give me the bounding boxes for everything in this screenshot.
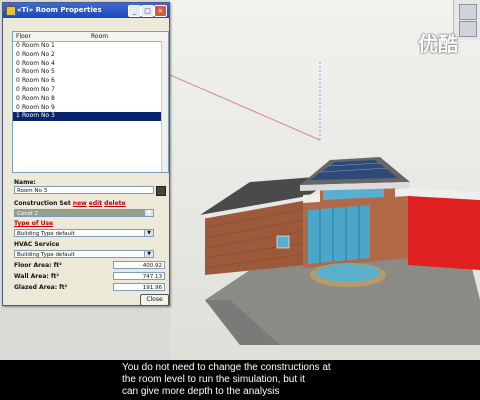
room-floor: 0 xyxy=(16,77,20,85)
type-of-use-value: Building Type default xyxy=(17,231,75,237)
type-of-use-link[interactable]: Type of Use xyxy=(14,220,53,227)
list-item[interactable]: 0 Room No 9 xyxy=(13,104,168,113)
list-item[interactable]: 0 Room No 7 xyxy=(13,86,168,95)
room-properties-dialog: «Ti» Room Properties _ □ × Floor Room 0R… xyxy=(2,2,170,306)
room-floor: 0 xyxy=(16,85,20,93)
watermark-logo: 优酷 xyxy=(418,32,458,56)
room-name: Room No 6 xyxy=(22,77,55,85)
room-list[interactable]: Floor Room 0 Room No 1 0 Room No 2 0 Room No … xyxy=(12,31,169,173)
list-item[interactable]: 0 Room No 6 xyxy=(13,77,168,86)
glazed-area-label: Glazed Area: ft² xyxy=(14,284,68,291)
room-name: Room No 1 xyxy=(22,42,55,49)
minimize-button[interactable]: _ xyxy=(128,5,141,17)
chevron-down-icon[interactable]: ▼ xyxy=(144,230,153,236)
room-name: Room No 4 xyxy=(22,59,55,67)
room-name: Room No 7 xyxy=(22,85,55,93)
room-name: Room No 3 xyxy=(22,112,55,120)
caption-line-2: the room level to run the simulation, bu… xyxy=(122,374,305,385)
type-of-use-label: Type of Use xyxy=(14,220,53,227)
select-tool-icon[interactable] xyxy=(459,4,477,20)
room-floor: 0 xyxy=(16,50,20,58)
floor-area-value: 400.92 xyxy=(113,261,165,269)
edit-link[interactable]: edit xyxy=(89,200,102,207)
app-icon xyxy=(6,6,16,16)
list-item[interactable]: 0 Room No 8 xyxy=(13,95,168,104)
subtitle-caption: You do not need to change the constructi… xyxy=(0,360,480,400)
orbit-tool-icon[interactable] xyxy=(459,21,477,37)
glazed-area-value: 191.96 xyxy=(113,283,165,291)
chevron-down-icon[interactable]: ▼ xyxy=(144,251,153,257)
column-room[interactable]: Room xyxy=(91,33,108,40)
wall-area-label: Wall Area: ft² xyxy=(14,273,59,280)
type-of-use-select[interactable]: Building Type default ▼ xyxy=(14,229,154,237)
room-floor: 0 xyxy=(16,94,20,102)
close-button[interactable]: Close xyxy=(140,294,169,306)
name-label: Name: xyxy=(14,179,36,186)
room-name: Room No 2 xyxy=(22,50,55,58)
chevron-down-icon[interactable]: ▼ xyxy=(144,210,153,216)
screen: 优酷 «Ti» Room Properties _ □ × Floor Room… xyxy=(0,0,480,360)
hvac-label: HVAC Service xyxy=(14,241,60,248)
list-header: Floor Room xyxy=(13,32,168,42)
construction-set-label: Construction Set xyxy=(14,200,71,207)
window-title: «Ti» Room Properties xyxy=(17,6,102,14)
room-floor: 0 xyxy=(16,68,20,76)
floor-area-label: Floor Area: ft² xyxy=(14,262,62,269)
list-item[interactable]: 0 Room No 2 xyxy=(13,51,168,60)
caption-line-3: can give more depth to the analysis xyxy=(122,386,280,397)
room-floor: 1 xyxy=(16,112,20,120)
save-icon[interactable] xyxy=(156,186,166,196)
room-floor: 0 xyxy=(16,103,20,111)
list-item[interactable]: 1 Room No 3 xyxy=(13,112,168,122)
list-item[interactable]: 0 Room No 4 xyxy=(13,60,168,69)
titlebar[interactable]: «Ti» Room Properties _ □ × xyxy=(3,3,169,18)
room-floor: 0 xyxy=(16,59,20,67)
list-item[interactable]: 0 Room No 1 xyxy=(13,42,168,51)
list-item[interactable]: 0 Room No 5 xyxy=(13,68,168,77)
new-link[interactable]: new xyxy=(73,200,87,207)
list-scrollbar[interactable] xyxy=(161,41,168,172)
column-floor[interactable]: Floor xyxy=(16,33,31,40)
delete-link[interactable]: delete xyxy=(104,200,125,207)
room-name: Room No 8 xyxy=(22,94,55,102)
caption-line-1: You do not need to change the constructi… xyxy=(122,362,331,373)
construction-set-value: Const 2 xyxy=(17,211,38,217)
name-input[interactable]: Room No 3 xyxy=(14,186,154,194)
wall-area-value: 747.13 xyxy=(113,272,165,280)
construction-set-row: Construction Set new edit delete xyxy=(14,200,126,207)
room-name: Room No 5 xyxy=(22,68,55,76)
hvac-value: Building Type default xyxy=(17,252,75,258)
close-window-button[interactable]: × xyxy=(154,5,167,17)
room-name: Room No 9 xyxy=(22,103,55,111)
maximize-button[interactable]: □ xyxy=(141,5,154,17)
construction-set-select[interactable]: Const 2 ▼ xyxy=(14,209,154,217)
room-floor: 0 xyxy=(16,42,20,49)
hvac-select[interactable]: Building Type default ▼ xyxy=(14,250,154,258)
